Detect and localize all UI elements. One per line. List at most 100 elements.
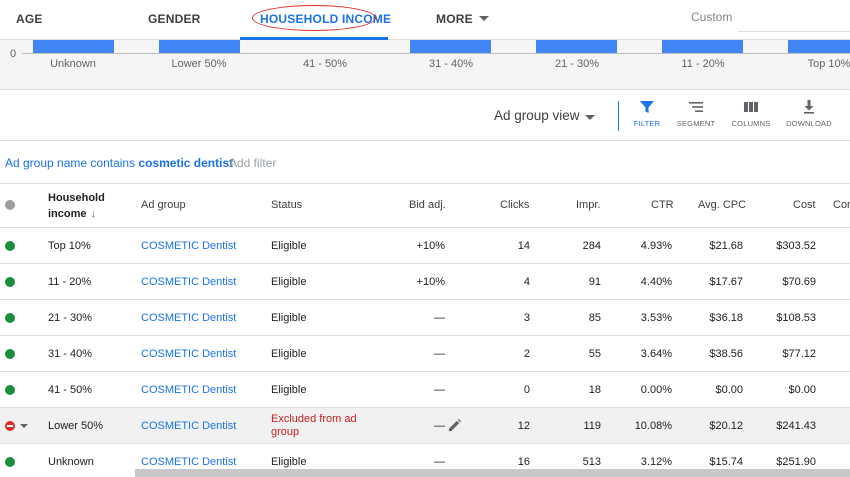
cell-status: Eligible — [271, 312, 307, 324]
cell-bid-adj: +10% — [416, 240, 445, 252]
cell-impr: 18 — [588, 384, 601, 396]
chevron-down-icon[interactable] — [20, 424, 28, 428]
excluded-status-icon[interactable] — [5, 421, 15, 431]
x-tick-label: 41 - 50% — [302, 58, 348, 70]
cell-bid-adj: — — [434, 420, 445, 432]
cell-clicks: 0 — [523, 384, 530, 396]
horizontal-scrollbar[interactable] — [135, 469, 850, 477]
cell-clicks: 4 — [523, 276, 530, 288]
tab-more[interactable]: MORE — [436, 0, 473, 38]
header-household-income[interactable]: Household income ↓ — [48, 190, 105, 222]
cell-impr: 91 — [588, 276, 601, 288]
header-ctr[interactable]: CTR — [651, 199, 674, 211]
active-filter-chip[interactable]: Ad group name contains cosmetic dentist — [5, 156, 233, 170]
eligible-status-icon — [5, 313, 15, 323]
cell-income: Unknown — [48, 456, 94, 468]
header-impr[interactable]: Impr. — [576, 199, 600, 211]
columns-button[interactable]: COLUMNS — [721, 99, 781, 128]
eligible-status-icon — [5, 277, 15, 287]
x-tick-label: Top 10% — [807, 58, 850, 70]
pencil-icon[interactable] — [447, 418, 462, 433]
table-row: 41 - 50% COSMETIC Dentist Eligible — 0 18 0.00… — [0, 372, 850, 408]
add-filter-link[interactable]: Add filter — [229, 156, 276, 170]
header-status[interactable]: Status — [271, 199, 302, 211]
cell-impr: 284 — [582, 240, 601, 252]
download-button[interactable]: DOWNLOAD — [779, 99, 839, 128]
table-row: 11 - 20% COSMETIC Dentist Eligible +10% 4 91 4… — [0, 264, 850, 300]
chart-bar — [410, 40, 491, 53]
cell-status: Eligible — [271, 348, 307, 360]
cell-status: Eligible — [271, 276, 307, 288]
x-tick-label: 31 - 40% — [428, 58, 474, 70]
cell-bid-adj: — — [434, 384, 445, 396]
table-row: Lower 50% COSMETIC Dentist Excluded from a… — [0, 408, 850, 444]
cell-status: Eligible — [271, 240, 307, 252]
filter-bar: Ad group name contains cosmetic dentist … — [0, 141, 850, 184]
cell-avg-cpc: $21.68 — [709, 240, 743, 252]
cell-impr: 85 — [588, 312, 601, 324]
header-conversions[interactable]: Con — [833, 199, 850, 211]
header-bid-adj[interactable]: Bid adj. — [409, 199, 446, 211]
status-header-icon — [5, 200, 15, 210]
custom-input-underline — [738, 31, 850, 32]
cell-impr: 55 — [588, 348, 601, 360]
cell-cost: $303.52 — [776, 240, 816, 252]
header-avg-cpc[interactable]: Avg. CPC — [698, 199, 746, 211]
cell-ctr: 4.40% — [640, 276, 672, 288]
segment-icon — [689, 102, 703, 112]
segment-button[interactable]: SEGMENT — [666, 99, 726, 128]
cell-income: Lower 50% — [48, 420, 104, 432]
sort-arrow-icon[interactable]: ↓ — [91, 208, 97, 220]
cell-avg-cpc: $17.67 — [709, 276, 743, 288]
chevron-down-icon[interactable] — [479, 16, 489, 21]
eligible-status-icon — [5, 349, 15, 359]
x-tick-label: Unknown — [50, 58, 96, 70]
chevron-down-icon[interactable] — [585, 115, 595, 120]
dimension-tabs: AGE GENDER HOUSEHOLD INCOME MORE Custom — [0, 0, 850, 40]
cell-income: 11 - 20% — [48, 276, 92, 288]
cell-clicks: 2 — [523, 348, 530, 360]
header-household-income-line1: Household — [48, 192, 105, 204]
table-row: Top 10% COSMETIC Dentist Eligible +10% 14 284… — [0, 228, 850, 264]
cell-avg-cpc: $0.00 — [715, 384, 743, 396]
ad-group-link[interactable]: COSMETIC Dentist — [141, 300, 236, 336]
cell-cost: $70.69 — [782, 276, 816, 288]
eligible-status-icon — [5, 385, 15, 395]
cell-avg-cpc: $38.56 — [709, 348, 743, 360]
tab-gender[interactable]: GENDER — [148, 0, 201, 38]
table-header: Household income ↓ Ad group Status Bid ad… — [0, 184, 850, 228]
tab-age[interactable]: AGE — [16, 0, 43, 38]
table-row: 21 - 30% COSMETIC Dentist Eligible — 3 85 3.53… — [0, 300, 850, 336]
ad-group-link[interactable]: COSMETIC Dentist — [141, 228, 236, 264]
x-tick-label: 21 - 30% — [554, 58, 600, 70]
header-clicks[interactable]: Clicks — [500, 199, 529, 211]
ad-group-view-selector[interactable]: Ad group view — [494, 108, 580, 123]
chart-axis — [22, 53, 850, 54]
cell-impr: 119 — [583, 420, 601, 432]
cell-ctr: 0.00% — [640, 384, 672, 396]
header-cost[interactable]: Cost — [793, 199, 816, 211]
ad-group-link[interactable]: COSMETIC Dentist — [141, 264, 236, 300]
header-ad-group[interactable]: Ad group — [141, 199, 186, 211]
ad-group-link[interactable]: COSMETIC Dentist — [141, 336, 236, 372]
cell-bid-adj: — — [434, 312, 445, 324]
cell-avg-cpc: $20.12 — [709, 420, 743, 432]
y-tick-label: 0 — [10, 48, 17, 60]
ad-group-link[interactable]: COSMETIC Dentist — [141, 372, 236, 408]
table-row: 31 - 40% COSMETIC Dentist Eligible — 2 55 3.64… — [0, 336, 850, 372]
cell-cost: $77.12 — [782, 348, 816, 360]
eligible-status-icon — [5, 457, 15, 467]
chart-bar — [159, 40, 240, 53]
download-icon — [804, 100, 814, 114]
income-chart: 0 Unknown Lower 50% 41 - 50% 31 - 40% 21 - 3… — [0, 40, 850, 90]
eligible-status-icon — [5, 241, 15, 251]
x-tick-label: 11 - 20% — [681, 58, 725, 70]
chart-bar — [788, 40, 850, 53]
annotation-oval — [252, 5, 376, 31]
ad-group-link[interactable]: COSMETIC Dentist — [141, 408, 236, 444]
cell-avg-cpc: $36.18 — [709, 312, 743, 324]
cell-bid-adj: +10% — [416, 276, 445, 288]
custom-input[interactable]: Custom — [691, 10, 732, 24]
filter-value: cosmetic dentist — [138, 156, 234, 170]
cell-clicks: 3 — [523, 312, 530, 324]
